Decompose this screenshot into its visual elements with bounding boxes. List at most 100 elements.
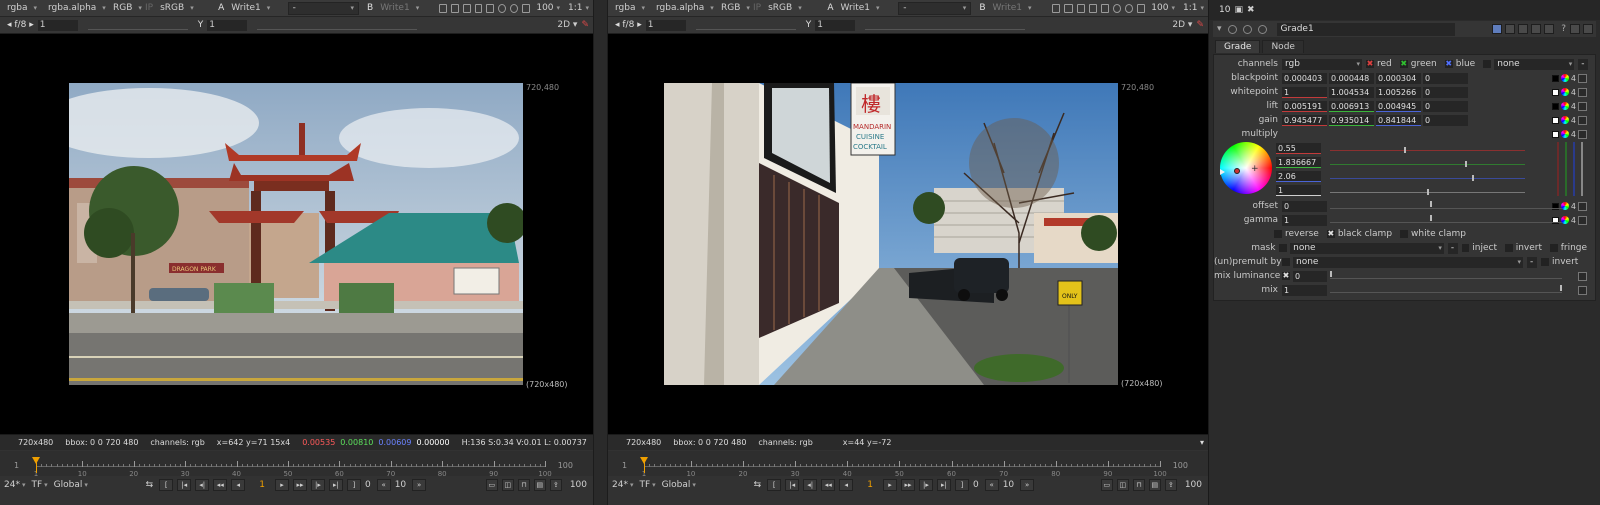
- in-point-button[interactable]: [: [159, 479, 174, 491]
- zoom-dropdown[interactable]: 100 ▾: [536, 3, 560, 13]
- timeline-track[interactable]: 1 10 20 30 40 50 60 70 80 90 100: [32, 457, 552, 478]
- gamma-field[interactable]: 1: [207, 19, 248, 31]
- tab-node[interactable]: Node: [1262, 40, 1304, 53]
- zoom-dropdown[interactable]: 100 ▾: [1151, 3, 1175, 13]
- close-panel-icon[interactable]: [1583, 24, 1593, 34]
- scope-dropdown[interactable]: Global ▾: [54, 480, 134, 490]
- tf-dropdown[interactable]: TF ▾: [31, 480, 47, 490]
- current-frame-field[interactable]: 1: [867, 480, 873, 490]
- play-backward-button[interactable]: ◂: [231, 479, 246, 491]
- multiply-b[interactable]: 2.06: [1276, 170, 1321, 182]
- zebra-icon[interactable]: [1076, 3, 1085, 13]
- flipbook-icon[interactable]: ◫: [1116, 479, 1129, 491]
- input-b-dropdown[interactable]: Write1 ▾: [376, 2, 433, 15]
- step-back-button[interactable]: ◂◂: [213, 479, 228, 491]
- gain-field[interactable]: 1: [645, 19, 686, 31]
- next-keyframe-button[interactable]: |▸: [918, 479, 933, 491]
- animation-icon[interactable]: [1578, 129, 1587, 139]
- skip-forward-button[interactable]: »: [1020, 479, 1035, 491]
- step-forward-button[interactable]: ▸▸: [900, 479, 915, 491]
- wipe-mode-dropdown[interactable]: - ▾: [898, 1, 972, 15]
- export-icon[interactable]: ⇪: [549, 479, 562, 491]
- node-name-field[interactable]: Grade1: [1276, 22, 1455, 36]
- ip-button[interactable]: IP: [753, 3, 761, 13]
- refresh-icon[interactable]: [1112, 3, 1122, 13]
- black-clamp-checkbox[interactable]: ✖: [1326, 230, 1335, 238]
- lock-icon[interactable]: ⊓: [517, 479, 530, 491]
- animation-icon[interactable]: [1578, 285, 1587, 295]
- settings-icon[interactable]: [510, 3, 519, 13]
- multiply-r[interactable]: 0.55: [1276, 142, 1321, 154]
- red-channel-checkbox[interactable]: ✖: [1366, 60, 1374, 68]
- alpha-channel-checkbox[interactable]: [1483, 60, 1492, 68]
- revert-icon[interactable]: [1505, 24, 1516, 34]
- input-b-dropdown[interactable]: Write1 ▾: [989, 2, 1048, 15]
- help-icon[interactable]: ?: [1561, 24, 1566, 34]
- lift-g[interactable]: 0.006913: [1329, 100, 1374, 112]
- paint-icon[interactable]: ✎: [581, 20, 589, 30]
- color-wheel-icon[interactable]: [1560, 216, 1569, 224]
- skip-back-button[interactable]: «: [984, 479, 999, 491]
- out-point-button[interactable]: ]: [954, 479, 969, 491]
- multiply-vertical-sliders[interactable]: [1553, 142, 1585, 196]
- blackpoint-b[interactable]: 0.000304: [1376, 72, 1421, 84]
- bookmark-icon[interactable]: ▤: [1148, 479, 1161, 491]
- prev-keyframe-button[interactable]: ◂|: [803, 479, 818, 491]
- offset-slider[interactable]: [1330, 201, 1562, 209]
- export-icon[interactable]: ⇪: [1164, 479, 1177, 491]
- current-frame-field[interactable]: 1: [259, 480, 265, 490]
- gain-a[interactable]: 0: [1423, 114, 1468, 126]
- multiply-a[interactable]: 1: [1276, 184, 1321, 196]
- whitepoint-g[interactable]: 1.004534: [1329, 86, 1374, 98]
- transport-settings-icon[interactable]: ⇆: [754, 480, 762, 490]
- viewer-splitter[interactable]: [593, 0, 608, 505]
- blackpoint-a[interactable]: 0: [1423, 72, 1468, 84]
- input-a-dropdown[interactable]: Write1 ▾: [227, 2, 284, 15]
- offset-field[interactable]: 0: [1282, 200, 1327, 212]
- timeline-track[interactable]: 1 10 20 30 40 50 60 70 80 90 100: [640, 457, 1167, 478]
- view-mode-dropdown[interactable]: 2D ▾: [557, 20, 577, 30]
- settings-icon[interactable]: [1125, 3, 1134, 13]
- green-channel-checkbox[interactable]: ✖: [1399, 60, 1408, 68]
- in-point-field[interactable]: 0: [365, 480, 371, 490]
- white-clamp-checkbox[interactable]: [1400, 230, 1409, 238]
- channels-dropdown[interactable]: rgb ▾: [1282, 58, 1362, 70]
- paint-icon[interactable]: ✎: [1196, 20, 1204, 30]
- out-point-button[interactable]: ]: [346, 479, 361, 491]
- first-frame-button[interactable]: |◂: [177, 479, 192, 491]
- wipe-mode-dropdown[interactable]: - ▾: [287, 1, 359, 15]
- mix-luminance-field[interactable]: 0: [1293, 270, 1327, 282]
- play-forward-button[interactable]: ▸: [882, 479, 897, 491]
- float-icon[interactable]: [1227, 24, 1237, 34]
- max-panels-field[interactable]: 10: [1219, 5, 1230, 15]
- split-icon[interactable]: 4: [1571, 74, 1576, 83]
- extra-channel-dropdown[interactable]: none ▾: [1494, 58, 1575, 70]
- node-color-icon[interactable]: [1242, 24, 1252, 34]
- unpremult-dropdown[interactable]: none ▾: [1293, 256, 1523, 268]
- whitepoint-r[interactable]: 1: [1282, 86, 1327, 98]
- timeline[interactable]: 1 1 10 20 30 40 50 60 70 80 90 100 100: [0, 451, 593, 478]
- lock-panels-icon[interactable]: ▣: [1234, 5, 1243, 15]
- split-icon[interactable]: 4: [1571, 130, 1576, 139]
- alpha-dropdown[interactable]: rgba.alpha ▾: [44, 2, 106, 15]
- step-back-button[interactable]: ◂◂: [821, 479, 836, 491]
- fringe-checkbox[interactable]: [1550, 244, 1558, 252]
- ip-button[interactable]: IP: [145, 3, 153, 13]
- transport-settings-icon[interactable]: ⇆: [146, 480, 154, 490]
- viewer-link-icon[interactable]: [1492, 24, 1503, 34]
- monitor-out-icon[interactable]: ▭: [485, 479, 498, 491]
- whitepoint-a[interactable]: 0: [1423, 86, 1468, 98]
- gamma-slider[interactable]: [257, 20, 418, 30]
- last-frame-button[interactable]: ▸|: [328, 479, 343, 491]
- color-wheel-icon[interactable]: [1560, 202, 1569, 210]
- zebra-icon[interactable]: [462, 3, 471, 13]
- animation-icon[interactable]: [1578, 101, 1587, 111]
- lift-r[interactable]: 0.005191: [1282, 100, 1327, 112]
- split-icon[interactable]: 4: [1571, 216, 1576, 225]
- clipping-icon[interactable]: [1064, 3, 1073, 13]
- skip-back-button[interactable]: «: [376, 479, 391, 491]
- info-menu-icon[interactable]: ▾: [1200, 438, 1204, 447]
- scope-dropdown[interactable]: Global ▾: [662, 480, 742, 490]
- skip-forward-button[interactable]: »: [412, 479, 427, 491]
- color-wheel[interactable]: +: [1220, 142, 1272, 194]
